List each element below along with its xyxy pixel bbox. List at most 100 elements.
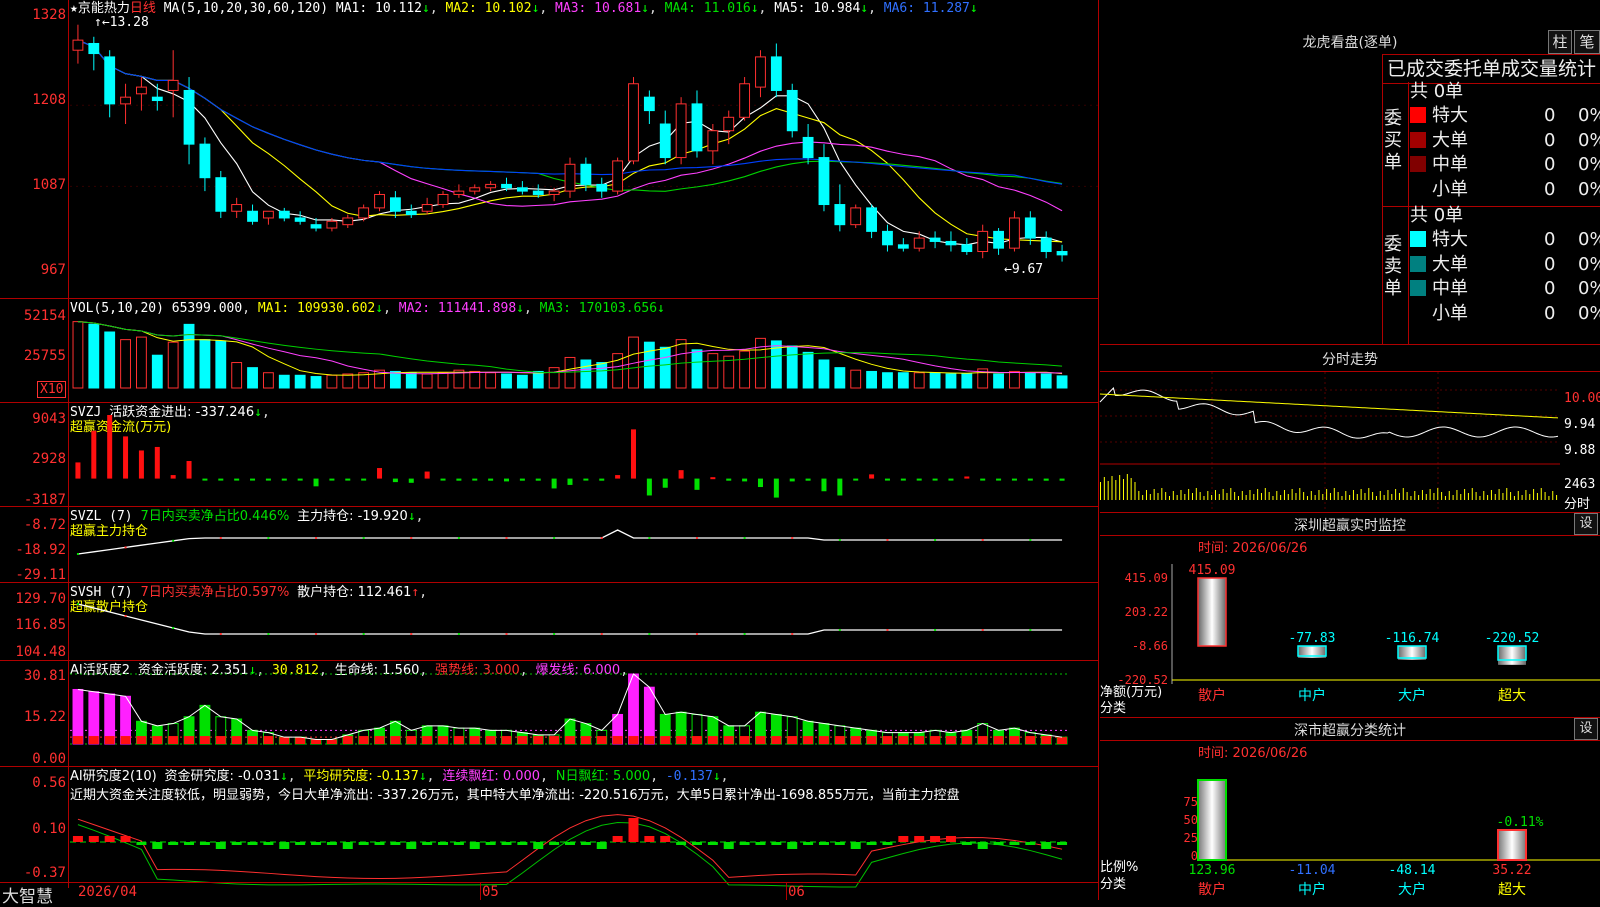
intraday-chart[interactable]: [1099, 372, 1560, 510]
activity-base: [263, 736, 274, 744]
activity-base: [374, 736, 385, 744]
svsh-axis: 129.70: [15, 591, 66, 607]
order-count: 0: [1544, 253, 1556, 275]
candle: [278, 210, 290, 219]
flow-bar: [424, 471, 430, 479]
candle: [437, 193, 449, 206]
svzj-chart[interactable]: [70, 405, 1098, 505]
vol-value: 65399.000: [171, 301, 243, 316]
holding-dot: [886, 539, 889, 541]
intraday-vol-bar: [1103, 477, 1105, 500]
intraday-vol-bar: [1165, 492, 1167, 500]
intraday-vol-bar: [1502, 493, 1504, 500]
volume-bar: [88, 323, 100, 389]
ai-activity-chart[interactable]: [70, 673, 1098, 764]
research-bar: [501, 842, 512, 845]
svzl-chart[interactable]: [70, 510, 1098, 582]
research-bar: [961, 842, 972, 845]
intraday-vol-bar: [1276, 491, 1278, 500]
flow-bar: [694, 478, 700, 490]
flow-bar: [123, 436, 129, 479]
sell-label: 委卖单: [1384, 234, 1402, 299]
candle: [215, 177, 227, 212]
intraday-vol-bar: [1402, 488, 1404, 500]
research-bar: [850, 842, 861, 849]
intraday-vol-bar: [1483, 491, 1485, 500]
research-bar: [787, 842, 798, 849]
ai2-title: AI研究度2(10): [70, 769, 157, 784]
intraday-vol-bar: [1130, 478, 1132, 500]
period-label[interactable]: 日线: [130, 1, 156, 16]
monitor-chart[interactable]: 415.09 203.22 -8.66 -220.52 415.09 散户 -77.83 中户…: [1100, 554, 1600, 714]
intraday-title-bar: 分时走势: [1100, 344, 1600, 372]
flow-bar: [218, 478, 224, 481]
flow-bar: [710, 477, 716, 480]
ai-research-chart[interactable]: [70, 800, 1098, 888]
activity-base: [1041, 736, 1052, 744]
candle: [643, 96, 655, 112]
main-right-divider: [1098, 0, 1099, 900]
intraday-vol-bar: [1287, 494, 1289, 500]
order-row: 大单 0 0%: [1410, 253, 1600, 277]
class-value: -48.14: [1389, 863, 1436, 878]
intraday-vol-bar: [1299, 488, 1301, 500]
class-settings-button[interactable]: 设: [1574, 718, 1598, 740]
class-category: 大户: [1398, 881, 1426, 898]
class-chart[interactable]: 75 50 25 0 -0.11% 123.96 散户 -11.04 中户 -48.14 大户 35.…: [1100, 760, 1600, 900]
class-category: 中户: [1298, 881, 1326, 898]
intraday-vol-bar: [1456, 490, 1458, 500]
candle: [834, 204, 846, 226]
candlestick-chart[interactable]: [70, 20, 1098, 295]
volume-bar: [1040, 373, 1052, 389]
intraday-vol-bar: [1249, 490, 1251, 500]
stat-title: 已成交委托单成交量统计: [1387, 58, 1597, 80]
svsh-axis: 104.48: [15, 644, 66, 660]
intraday-vol-bar: [1280, 495, 1282, 500]
volume-bar: [72, 321, 84, 389]
intraday-vol-bar: [1157, 493, 1159, 500]
research-bar: [184, 842, 195, 845]
activity-base: [565, 736, 575, 744]
vol-header: VOL(5,10,20) 65399.000, MA1: 109930.602↓…: [70, 301, 665, 316]
volume-bar: [183, 323, 195, 389]
research-bar: [104, 836, 115, 842]
intraday-vol-bar: [1253, 494, 1255, 500]
ma-params: MA(5,10,20,30,60,120): [163, 1, 329, 16]
order-color-icon: [1410, 255, 1426, 272]
volume-bar: [755, 337, 766, 389]
candle: [88, 42, 100, 55]
stock-name[interactable]: 京能热力: [78, 1, 130, 16]
intraday-vol-bar: [1368, 488, 1370, 500]
intraday-vol-bar: [1410, 496, 1412, 500]
volume-chart[interactable]: [70, 318, 1098, 398]
intraday-vol-bar: [1437, 488, 1439, 500]
activity-base: [993, 736, 1004, 744]
monitor-xlabel: 分类: [1100, 701, 1127, 716]
monitor-settings-button[interactable]: 设: [1574, 513, 1598, 535]
holding-dot: [1029, 629, 1032, 631]
research-bar: [898, 836, 909, 842]
research-bar: [390, 842, 401, 845]
bar-mode-button[interactable]: 柱: [1548, 30, 1572, 54]
intraday-vol-bar: [1237, 496, 1239, 500]
monitor-value: -77.83: [1289, 631, 1336, 646]
intraday-vol: 2463: [1564, 477, 1596, 492]
order-type: 小单: [1432, 178, 1468, 200]
activity-base: [501, 736, 512, 744]
svsh-chart[interactable]: [70, 586, 1098, 658]
intraday-vol-bar: [1138, 491, 1140, 500]
holding-dot: [695, 633, 698, 635]
candle: [945, 240, 957, 246]
research-bar: [866, 842, 877, 845]
order-percent: 0%: [1578, 178, 1600, 200]
date-tick: 05: [482, 884, 499, 900]
tick-mode-button[interactable]: 笔: [1574, 30, 1600, 54]
intraday-vol-bar: [1414, 491, 1416, 500]
candle: [770, 56, 782, 91]
date-axis: [0, 882, 1098, 901]
intraday-vol-bar: [1441, 492, 1443, 500]
research-bar: [342, 842, 353, 849]
activity-base: [485, 736, 496, 744]
monitor-axis: -8.66: [1132, 639, 1168, 653]
candle: [786, 89, 798, 132]
